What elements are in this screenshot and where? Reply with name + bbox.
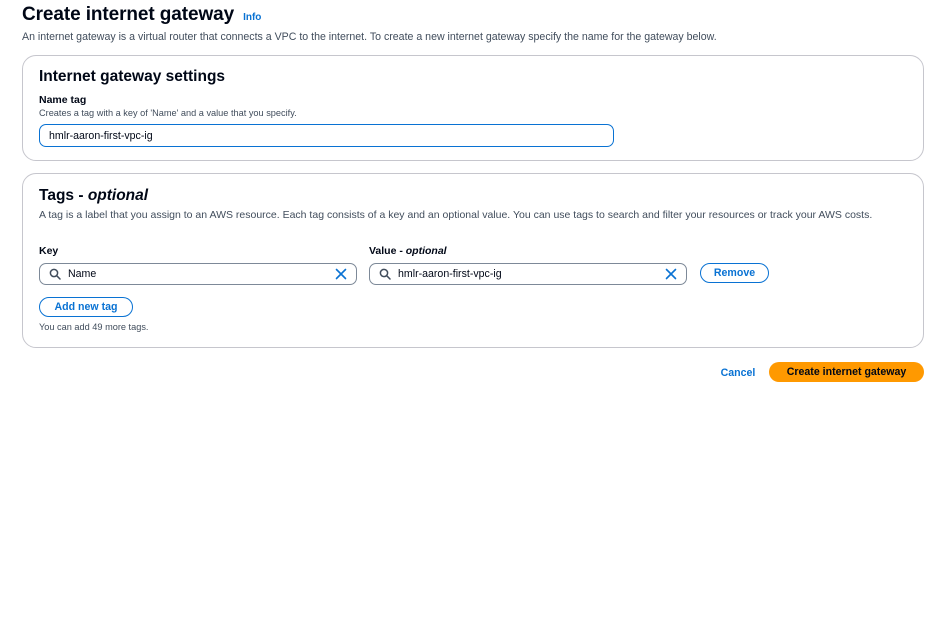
key-column-label: Key bbox=[39, 245, 59, 257]
tags-title-text: Tags - bbox=[39, 187, 88, 204]
name-tag-label: Name tag bbox=[39, 94, 87, 106]
value-label-text: Value - bbox=[369, 245, 406, 257]
tag-value-field[interactable] bbox=[398, 266, 648, 282]
tags-title-optional: optional bbox=[87, 187, 149, 204]
name-tag-input[interactable] bbox=[39, 124, 614, 147]
value-column-label: Value - optional bbox=[369, 245, 447, 257]
tags-panel-title: Tags - optional bbox=[39, 187, 148, 205]
value-label-optional: optional bbox=[405, 245, 447, 257]
page-header: Create internet gateway Info bbox=[22, 4, 261, 26]
name-tag-description: Creates a tag with a key of 'Name' and a… bbox=[39, 108, 297, 118]
search-icon bbox=[379, 268, 391, 280]
cancel-button[interactable]: Cancel bbox=[712, 364, 764, 382]
info-link[interactable]: Info bbox=[243, 12, 261, 23]
create-internet-gateway-page: Create internet gateway Info An internet… bbox=[0, 0, 928, 641]
tags-panel: Tags - optional A tag is a label that yo… bbox=[22, 173, 924, 348]
page-title: Create internet gateway bbox=[22, 4, 235, 25]
tag-key-field[interactable] bbox=[68, 266, 318, 282]
remove-tag-button[interactable]: Remove bbox=[700, 263, 769, 283]
internet-gateway-settings-panel: Internet gateway settings Name tag Creat… bbox=[22, 55, 924, 161]
add-new-tag-button[interactable]: Add new tag bbox=[39, 297, 133, 317]
create-internet-gateway-button[interactable]: Create internet gateway bbox=[769, 362, 924, 382]
tag-value-input[interactable] bbox=[369, 263, 687, 285]
settings-panel-title: Internet gateway settings bbox=[39, 68, 226, 85]
tags-description: A tag is a label that you assign to an A… bbox=[39, 209, 873, 221]
close-icon[interactable] bbox=[335, 268, 347, 280]
page-description: An internet gateway is a virtual router … bbox=[22, 31, 717, 43]
close-icon[interactable] bbox=[665, 268, 677, 280]
search-icon bbox=[49, 268, 61, 280]
tag-key-input[interactable] bbox=[39, 263, 357, 285]
tag-limit-hint: You can add 49 more tags. bbox=[39, 322, 149, 332]
